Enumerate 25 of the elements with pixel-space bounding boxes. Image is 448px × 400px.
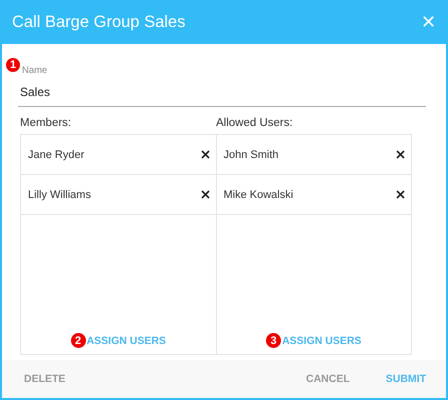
user-name: John Smith [224, 148, 280, 160]
list-row[interactable]: Lilly Williams [21, 175, 216, 215]
dialog-title: Call Barge Group Sales [12, 12, 186, 32]
remove-icon[interactable] [200, 190, 210, 199]
cancel-button[interactable]: CANCEL [306, 373, 350, 385]
list-row[interactable]: John Smith [216, 135, 411, 175]
user-name: Jane Ryder [28, 148, 86, 160]
number-badge: 1 [6, 58, 20, 72]
assign-users-button[interactable]: ASSIGN USERS [282, 334, 362, 346]
list-heading: Allowed Users: [216, 117, 294, 129]
submit-button[interactable]: SUBMIT [386, 373, 426, 385]
close-button[interactable]: ✕ [421, 11, 436, 33]
list-heading: Members: [20, 117, 72, 129]
number-badge: 3 [266, 333, 282, 348]
remove-icon[interactable] [200, 150, 210, 159]
list-row[interactable]: Mike Kowalski [216, 175, 411, 215]
number-badge: 2 [70, 333, 86, 348]
delete-button[interactable]: DELETE [24, 373, 66, 385]
user-name: Lilly Williams [28, 188, 92, 200]
list-row[interactable]: Jane Ryder [21, 135, 216, 175]
remove-icon[interactable] [396, 190, 405, 199]
field-label: Name [22, 65, 48, 76]
user-name: Mike Kowalski [224, 188, 294, 200]
remove-icon[interactable] [396, 150, 405, 159]
assign-users-button[interactable]: ASSIGN USERS [86, 334, 166, 346]
